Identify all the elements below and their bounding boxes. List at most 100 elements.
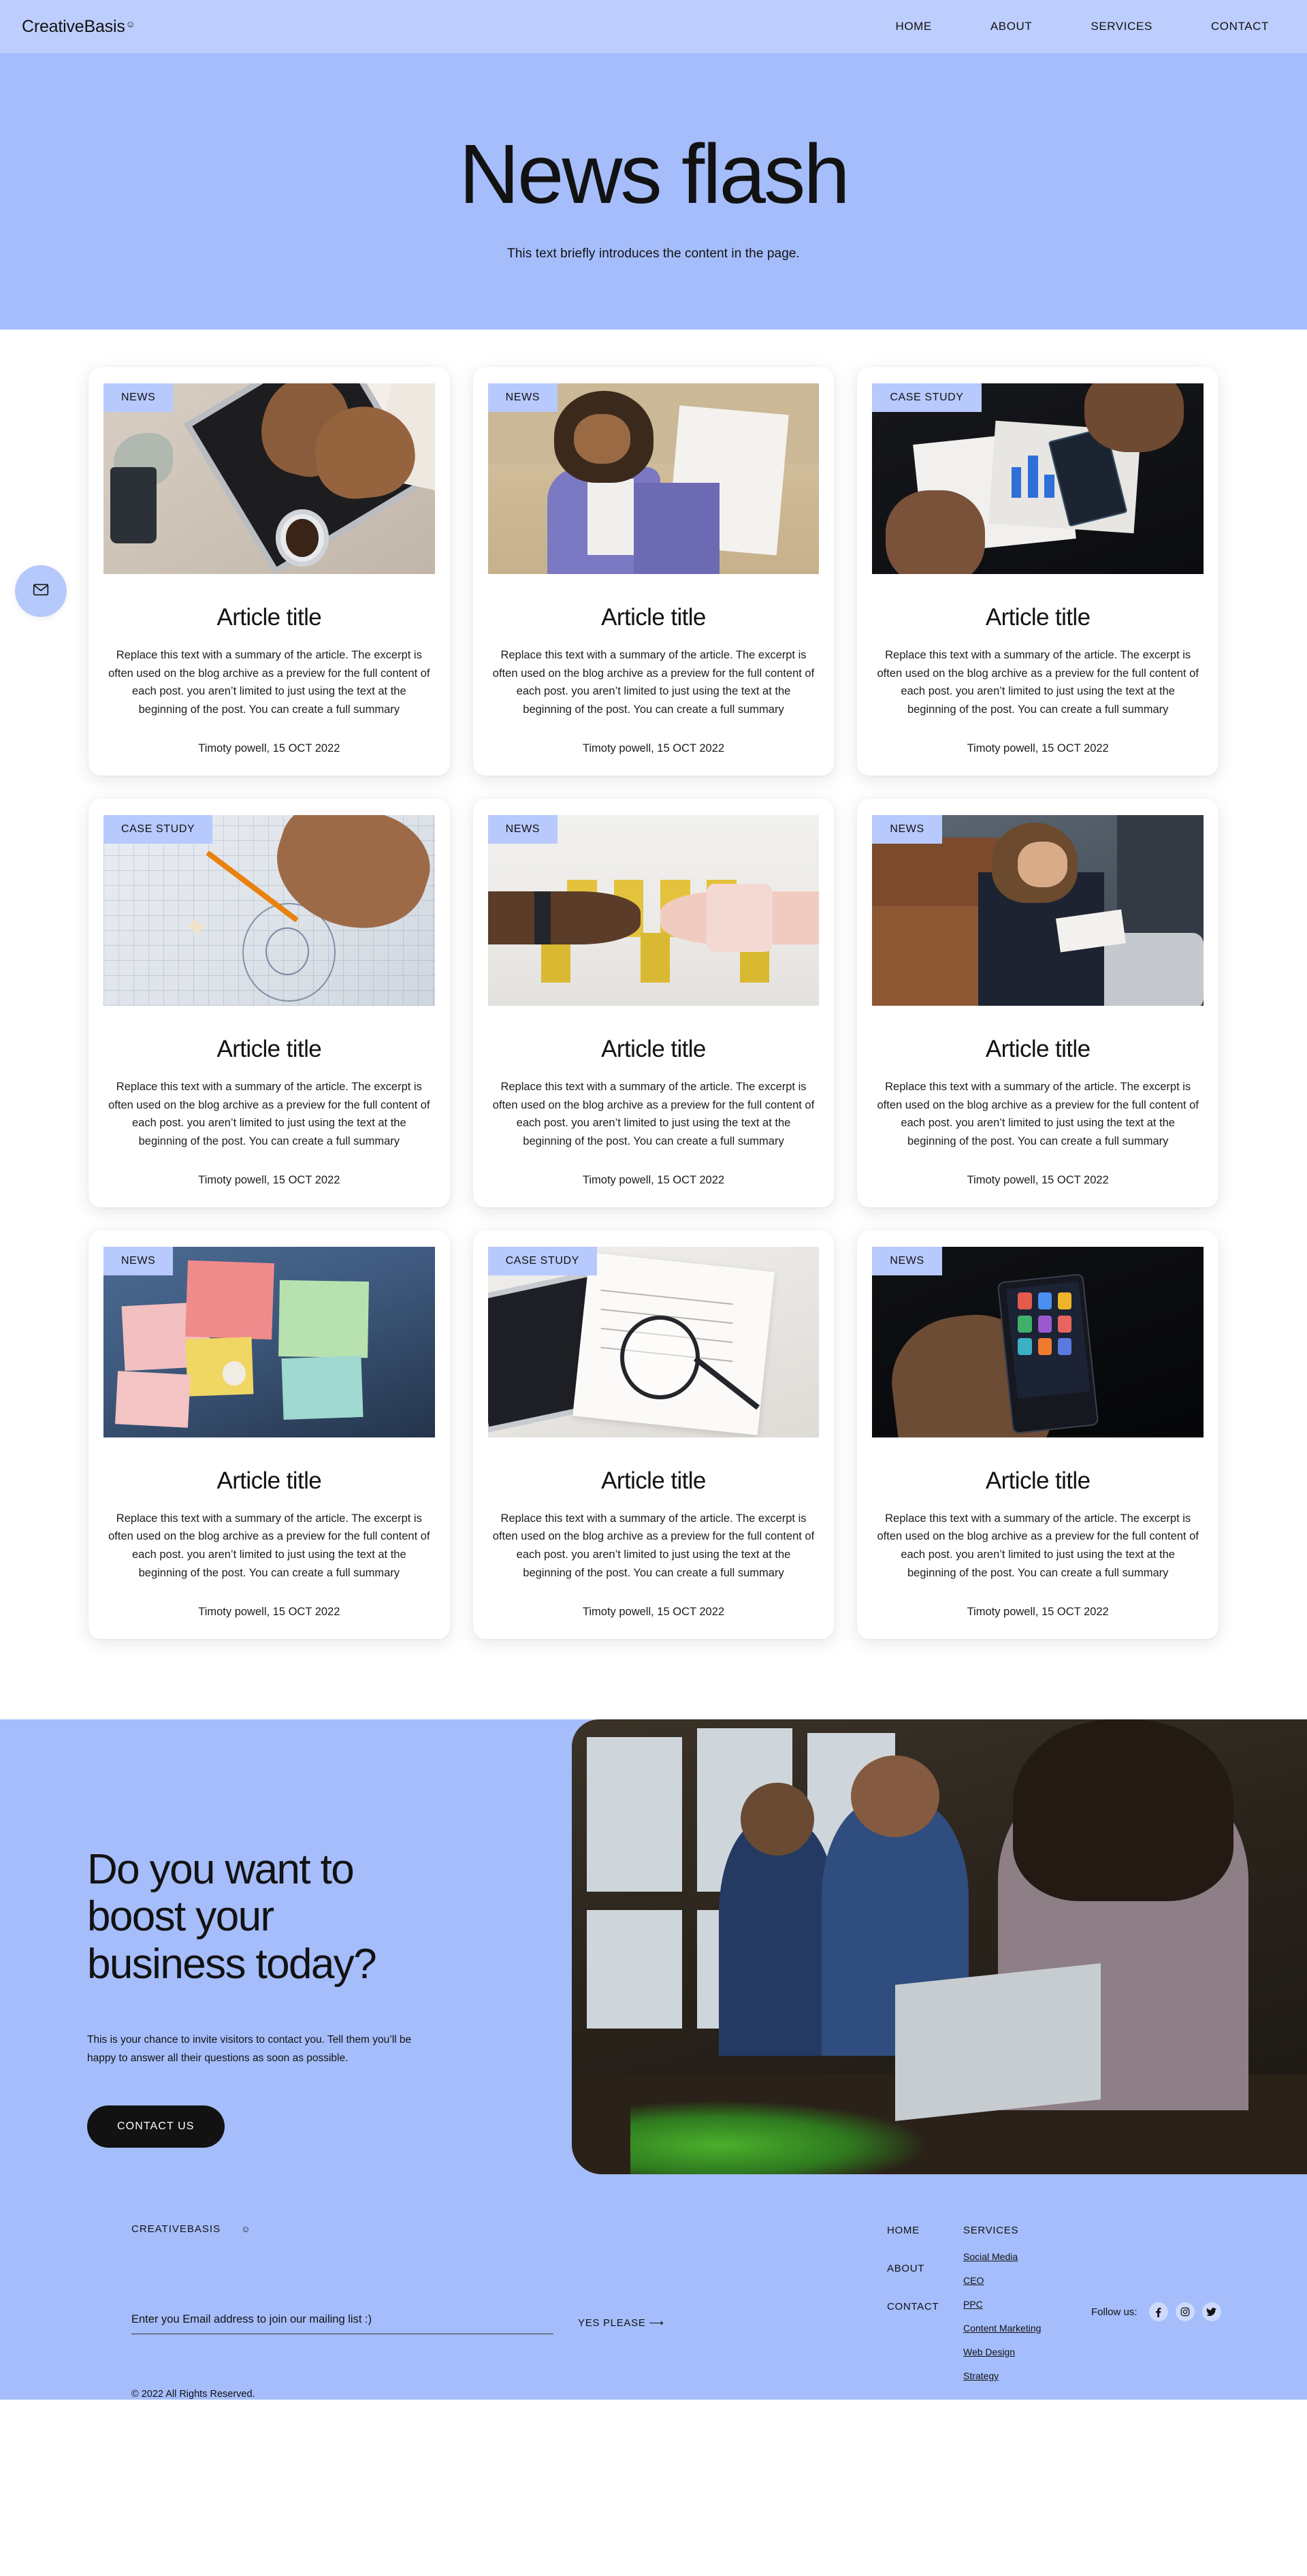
card-excerpt: Replace this text with a summary of the … — [877, 1512, 1199, 1579]
cta-content: Do you want to boost your business today… — [0, 1719, 572, 2174]
floating-contact-button[interactable] — [15, 565, 67, 617]
card-media: NEWS — [487, 814, 820, 1006]
card-media: NEWS — [872, 814, 1204, 1006]
page-title: News flash — [459, 128, 850, 222]
article-card[interactable]: CASE STUDY Article title Replace this te… — [857, 367, 1219, 776]
card-excerpt: Replace this text with a summary of the … — [492, 1512, 815, 1579]
contact-us-button[interactable]: CONTACT US — [87, 2105, 225, 2148]
card-byline: Timoty powell, 15 OCT 2022 — [967, 1605, 1109, 1618]
card-media: NEWS — [872, 1246, 1204, 1437]
footer-link-home[interactable]: HOME — [887, 2225, 963, 2236]
card-title: Article title — [985, 1467, 1091, 1494]
card-excerpt: Replace this text with a summary of the … — [877, 649, 1199, 716]
site-footer: CREATIVEBASIS ☺ YES PLEASE ⟶ © 2022 All … — [0, 2174, 1307, 2400]
site-header: CreativeBasis ☺ HOME ABOUT SERVICES CONT… — [0, 0, 1307, 53]
cta-image — [572, 1719, 1307, 2174]
newsletter-email-input[interactable] — [131, 2312, 553, 2334]
page-root: CreativeBasis ☺ HOME ABOUT SERVICES CONT… — [0, 0, 1307, 2576]
card-byline: Timoty powell, 15 OCT 2022 — [582, 742, 725, 754]
card-excerpt: Replace this text with a summary of the … — [108, 1080, 430, 1148]
card-category-badge: NEWS — [487, 814, 558, 844]
follow-us-label: Follow us: — [1091, 2306, 1137, 2318]
card-category-badge: NEWS — [103, 1246, 174, 1275]
nav-item-home[interactable]: HOME — [895, 20, 931, 33]
card-category-badge: CASE STUDY — [487, 1246, 597, 1275]
card-media: NEWS — [487, 383, 820, 574]
card-title: Article title — [601, 1467, 706, 1494]
footer-link-about[interactable]: ABOUT — [887, 2263, 963, 2274]
card-media: CASE STUDY — [487, 1246, 820, 1437]
card-byline: Timoty powell, 15 OCT 2022 — [582, 1173, 725, 1186]
card-media: CASE STUDY — [103, 814, 435, 1006]
card-excerpt: Replace this text with a summary of the … — [108, 1512, 430, 1579]
card-excerpt: Replace this text with a summary of the … — [492, 1080, 815, 1148]
card-media: NEWS — [103, 1246, 435, 1437]
footer-service-strategy[interactable]: Strategy — [963, 2370, 1091, 2381]
footer-service-content-marketing[interactable]: Content Marketing — [963, 2323, 1091, 2334]
primary-nav: HOME ABOUT SERVICES CONTACT — [895, 20, 1274, 33]
brand-name: CreativeBasis — [22, 16, 125, 36]
card-category-badge: CASE STUDY — [103, 814, 213, 844]
footer-nav-column: HOME ABOUT CONTACT — [887, 2225, 963, 2400]
card-byline: Timoty powell, 15 OCT 2022 — [198, 1605, 340, 1618]
card-category-badge: CASE STUDY — [872, 383, 982, 412]
card-title: Article title — [601, 604, 706, 631]
articles-grid: NEWS Article title Replace this text wit… — [88, 367, 1219, 1639]
sticky-notes-board-image — [103, 1246, 435, 1437]
article-card[interactable]: NEWS Article title Replace this text wit… — [88, 1230, 450, 1639]
footer-brand[interactable]: CREATIVEBASIS ☺ — [131, 2223, 887, 2235]
footer-left-column: CREATIVEBASIS ☺ YES PLEASE ⟶ © 2022 All … — [131, 2223, 887, 2400]
cta-body: This is your chance to invite visitors t… — [87, 2033, 412, 2064]
footer-services-heading: SERVICES — [963, 2224, 1019, 2236]
article-card[interactable]: CASE STUDY Article title Replace this te… — [472, 1230, 835, 1639]
smiley-icon: ☺ — [241, 2223, 251, 2234]
mail-icon — [32, 581, 50, 602]
articles-section: NEWS Article title Replace this text wit… — [0, 330, 1307, 1719]
footer-service-social-media[interactable]: Social Media — [963, 2251, 1091, 2262]
footer-service-web-design[interactable]: Web Design — [963, 2347, 1091, 2357]
card-title: Article title — [985, 604, 1091, 631]
nav-item-services[interactable]: SERVICES — [1091, 20, 1152, 33]
article-card[interactable]: NEWS Article title Replace this text wit… — [857, 1230, 1219, 1639]
card-byline: Timoty powell, 15 OCT 2022 — [967, 742, 1109, 754]
hand-holding-smartphone-image — [872, 1246, 1204, 1437]
smiley-icon: ☺ — [125, 18, 135, 29]
card-title: Article title — [985, 1035, 1091, 1062]
article-card[interactable]: NEWS Article title Replace this text wit… — [857, 798, 1219, 1207]
charts-and-phone-on-dark-desk-image — [872, 383, 1204, 574]
article-card[interactable]: NEWS Article title Replace this text wit… — [472, 367, 835, 776]
footer-brand-name: CREATIVEBASIS — [131, 2223, 221, 2235]
instagram-icon[interactable] — [1175, 2302, 1195, 2322]
card-category-badge: NEWS — [103, 383, 174, 412]
article-card[interactable]: CASE STUDY Article title Replace this te… — [88, 798, 450, 1207]
follow-us-group: Follow us: — [1091, 2225, 1221, 2400]
card-title: Article title — [216, 1467, 322, 1494]
nav-item-contact[interactable]: CONTACT — [1211, 20, 1269, 33]
brand-logo[interactable]: CreativeBasis ☺ — [22, 17, 135, 37]
footer-service-ppc[interactable]: PPC — [963, 2299, 1091, 2310]
twitter-icon[interactable] — [1201, 2302, 1221, 2322]
card-title: Article title — [216, 604, 322, 631]
blueprint-with-pencil-image — [103, 814, 435, 1006]
nav-item-about[interactable]: ABOUT — [990, 20, 1033, 33]
card-category-badge: NEWS — [487, 383, 558, 412]
footer-link-contact[interactable]: CONTACT — [887, 2301, 963, 2312]
hero-section: News flash This text briefly introduces … — [0, 53, 1307, 330]
article-card[interactable]: NEWS Article title Replace this text wit… — [472, 798, 835, 1207]
card-excerpt: Replace this text with a summary of the … — [877, 1080, 1199, 1148]
newsletter-submit-button[interactable]: YES PLEASE ⟶ — [578, 2317, 664, 2334]
card-excerpt: Replace this text with a summary of the … — [108, 649, 430, 716]
article-card[interactable]: NEWS Article title Replace this text wit… — [88, 367, 450, 776]
facebook-icon[interactable] — [1148, 2302, 1168, 2322]
card-title: Article title — [601, 1035, 706, 1062]
footer-right-columns: HOME ABOUT CONTACT SERVICES Social Media… — [887, 2223, 1221, 2400]
card-media: CASE STUDY — [872, 383, 1204, 574]
cta-heading: Do you want to boost your business today… — [87, 1845, 377, 1988]
footer-service-ceo[interactable]: CEO — [963, 2275, 1091, 2286]
hero-subtitle: This text briefly introduces the content… — [507, 246, 800, 261]
newsletter-field — [131, 2312, 553, 2334]
copyright-text: © 2022 All Rights Reserved. — [131, 2388, 255, 2400]
card-media: NEWS — [103, 383, 435, 574]
clipboard-magnifier-laptop-image — [487, 1246, 820, 1437]
card-byline: Timoty powell, 15 OCT 2022 — [198, 1173, 340, 1186]
